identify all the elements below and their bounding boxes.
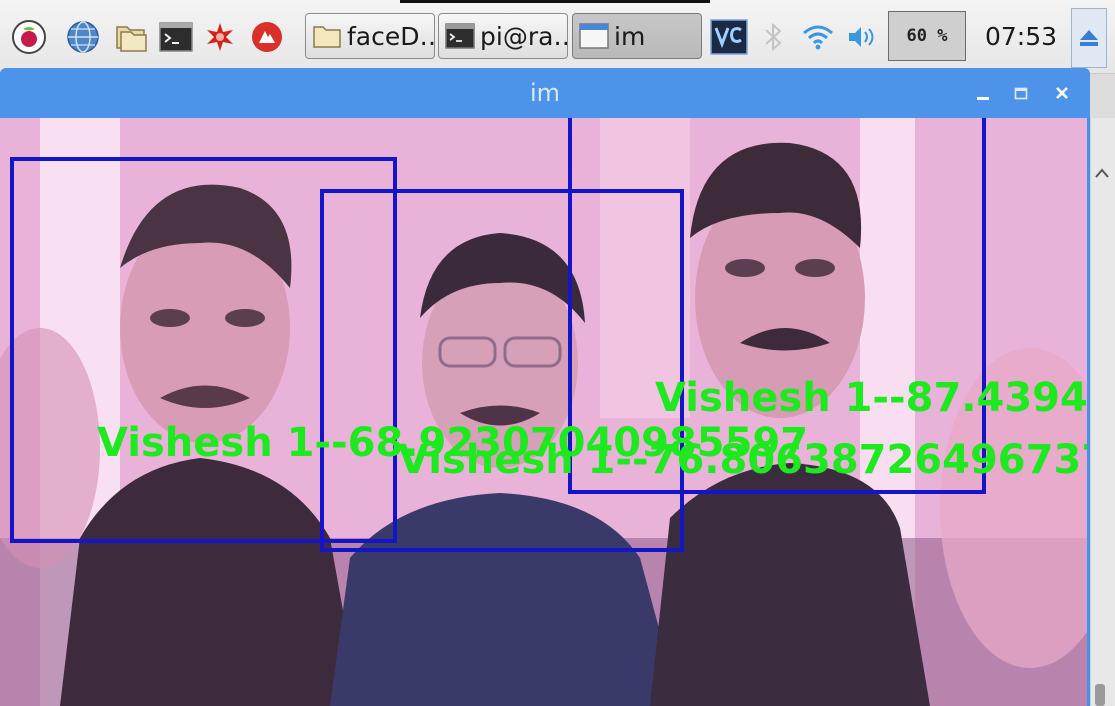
taskbar: faceD… pi@ra… im (0, 0, 1115, 74)
taskbar-window-label: im (614, 21, 646, 51)
face-label-3: Vishesh 1--87.43944 (655, 375, 1087, 421)
eject-icon (1080, 30, 1098, 46)
wifi-icon[interactable] (799, 18, 837, 56)
taskbar-window-label: pi@ra… (480, 21, 567, 51)
bluetooth-icon[interactable] (754, 18, 792, 56)
scrollbar[interactable] (1090, 118, 1115, 706)
folders-icon[interactable] (112, 18, 150, 56)
minimize-icon[interactable] (972, 82, 994, 104)
taskbar-window-im[interactable]: im (572, 13, 702, 59)
raspberry-icon[interactable] (10, 18, 48, 56)
wolfram-icon[interactable] (248, 18, 286, 56)
taskbar-window-faced[interactable]: faceD… (305, 13, 435, 59)
face-box-1 (10, 157, 397, 543)
face-box-2 (320, 189, 684, 552)
clock[interactable]: 07:53 (985, 20, 1057, 54)
window-icon (579, 23, 609, 49)
close-icon[interactable] (1051, 82, 1073, 104)
scroll-up-icon[interactable] (1094, 165, 1110, 181)
terminal-icon[interactable] (157, 18, 195, 56)
face-label-2: Vishesh 1--76.80638726496737 (398, 437, 1087, 483)
math-star-icon[interactable] (201, 18, 239, 56)
camera-frame: Vishesh 1--68.92307040985597 Vishesh 1--… (0, 118, 1087, 706)
eject-button[interactable] (1071, 8, 1107, 68)
cpu-monitor[interactable]: 60 % (888, 11, 966, 61)
window-title: im (529, 79, 561, 107)
terminal-icon (445, 23, 475, 49)
window-titlebar[interactable]: im (0, 68, 1090, 118)
globe-icon[interactable] (64, 18, 102, 56)
folder-icon (313, 26, 341, 48)
cpu-usage-label: 60 % (906, 26, 948, 46)
scrollbar-thumb[interactable] (1095, 684, 1105, 706)
taskbar-window-terminal[interactable]: pi@ra… (438, 13, 568, 59)
taskbar-top-edge (400, 0, 710, 3)
volume-icon[interactable] (842, 18, 880, 56)
vnc-icon[interactable] (710, 18, 748, 56)
taskbar-window-label: faceD… (347, 21, 435, 51)
maximize-icon[interactable] (1010, 82, 1032, 104)
